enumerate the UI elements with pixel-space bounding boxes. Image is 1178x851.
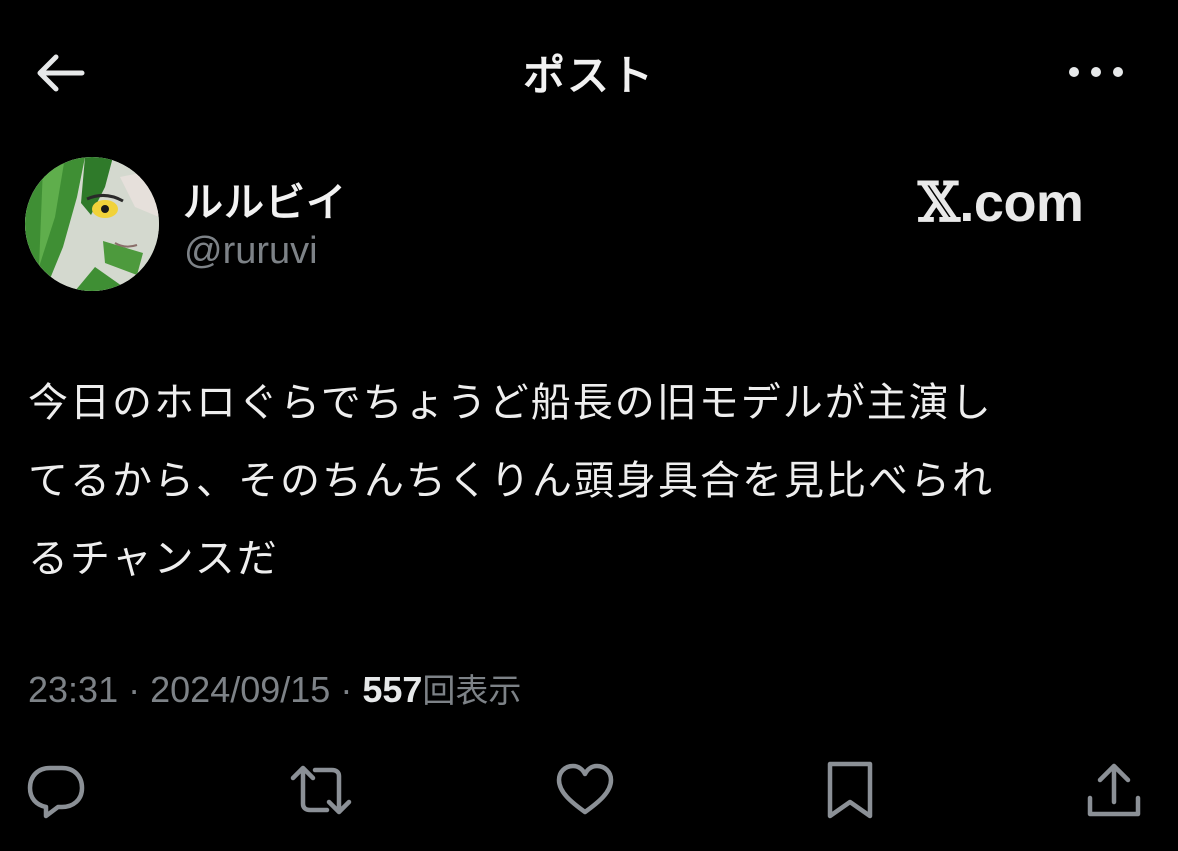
meta-separator: · — [128, 669, 141, 710]
post-line: 今日のホロぐらでちょうど船長の旧モデルが主演し — [28, 380, 993, 426]
post-time[interactable]: 23:31 — [28, 669, 118, 710]
bookmark-icon — [827, 761, 873, 819]
x-logo-icon: 𝕏 — [918, 170, 960, 234]
brand-domain: .com — [959, 173, 1084, 233]
views-label[interactable]: 回表示 — [422, 671, 521, 710]
avatar[interactable] — [25, 157, 159, 291]
like-button[interactable] — [553, 758, 617, 822]
more-icon — [1069, 67, 1123, 77]
more-options-button[interactable] — [1060, 52, 1132, 92]
meta-separator: · — [340, 669, 353, 710]
heart-icon — [556, 763, 614, 815]
post-date[interactable]: 2024/09/15 — [150, 669, 330, 710]
post-line: るチャンスだ — [28, 536, 279, 582]
views-count[interactable]: 557 — [362, 669, 422, 710]
author-display-name[interactable]: ルルビイ — [183, 170, 347, 228]
post-meta: 23:31 · 2024/09/15 · 557回表示 — [28, 664, 521, 712]
share-button[interactable] — [1082, 758, 1146, 822]
x-com-watermark: 𝕏.com — [918, 170, 1084, 234]
reply-button[interactable] — [24, 758, 88, 822]
post-line: てるから、そのちんちくりん頭身具合を見比べられ — [28, 458, 994, 504]
post-text: 今日のホロぐらでちょうど船長の旧モデルが主演し てるから、そのちんちくりん頭身具… — [28, 364, 1148, 598]
bookmark-button[interactable] — [818, 758, 882, 822]
page-title: ポスト — [522, 51, 655, 100]
repost-icon — [290, 765, 352, 815]
author-handle[interactable]: @ruruvi — [184, 230, 318, 273]
reply-icon — [27, 765, 85, 819]
share-icon — [1087, 763, 1141, 817]
repost-button[interactable] — [289, 758, 353, 822]
